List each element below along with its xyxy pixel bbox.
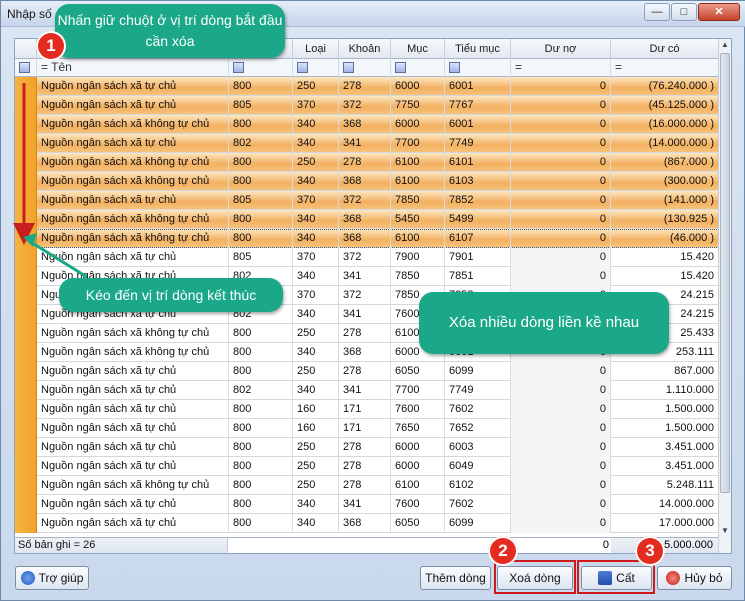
- callout-start-row: Nhấn giữ chuột ở vị trí dòng bắt đầu cần…: [55, 4, 285, 58]
- step-badge-1: 1: [36, 31, 66, 61]
- dialog-window: Nhập số — □ ✕ Loại Khoản Mục Tiểu mục Dư…: [0, 0, 745, 601]
- callout-pointer: [28, 239, 88, 279]
- step-badge-3: 3: [635, 536, 665, 566]
- callout-multi-delete: Xóa nhiều dòng liền kề nhau: [419, 292, 669, 354]
- callout-drag-end: Kéo đến vị trí dòng kết thúc: [59, 278, 283, 312]
- step-badge-2: 2: [488, 536, 518, 566]
